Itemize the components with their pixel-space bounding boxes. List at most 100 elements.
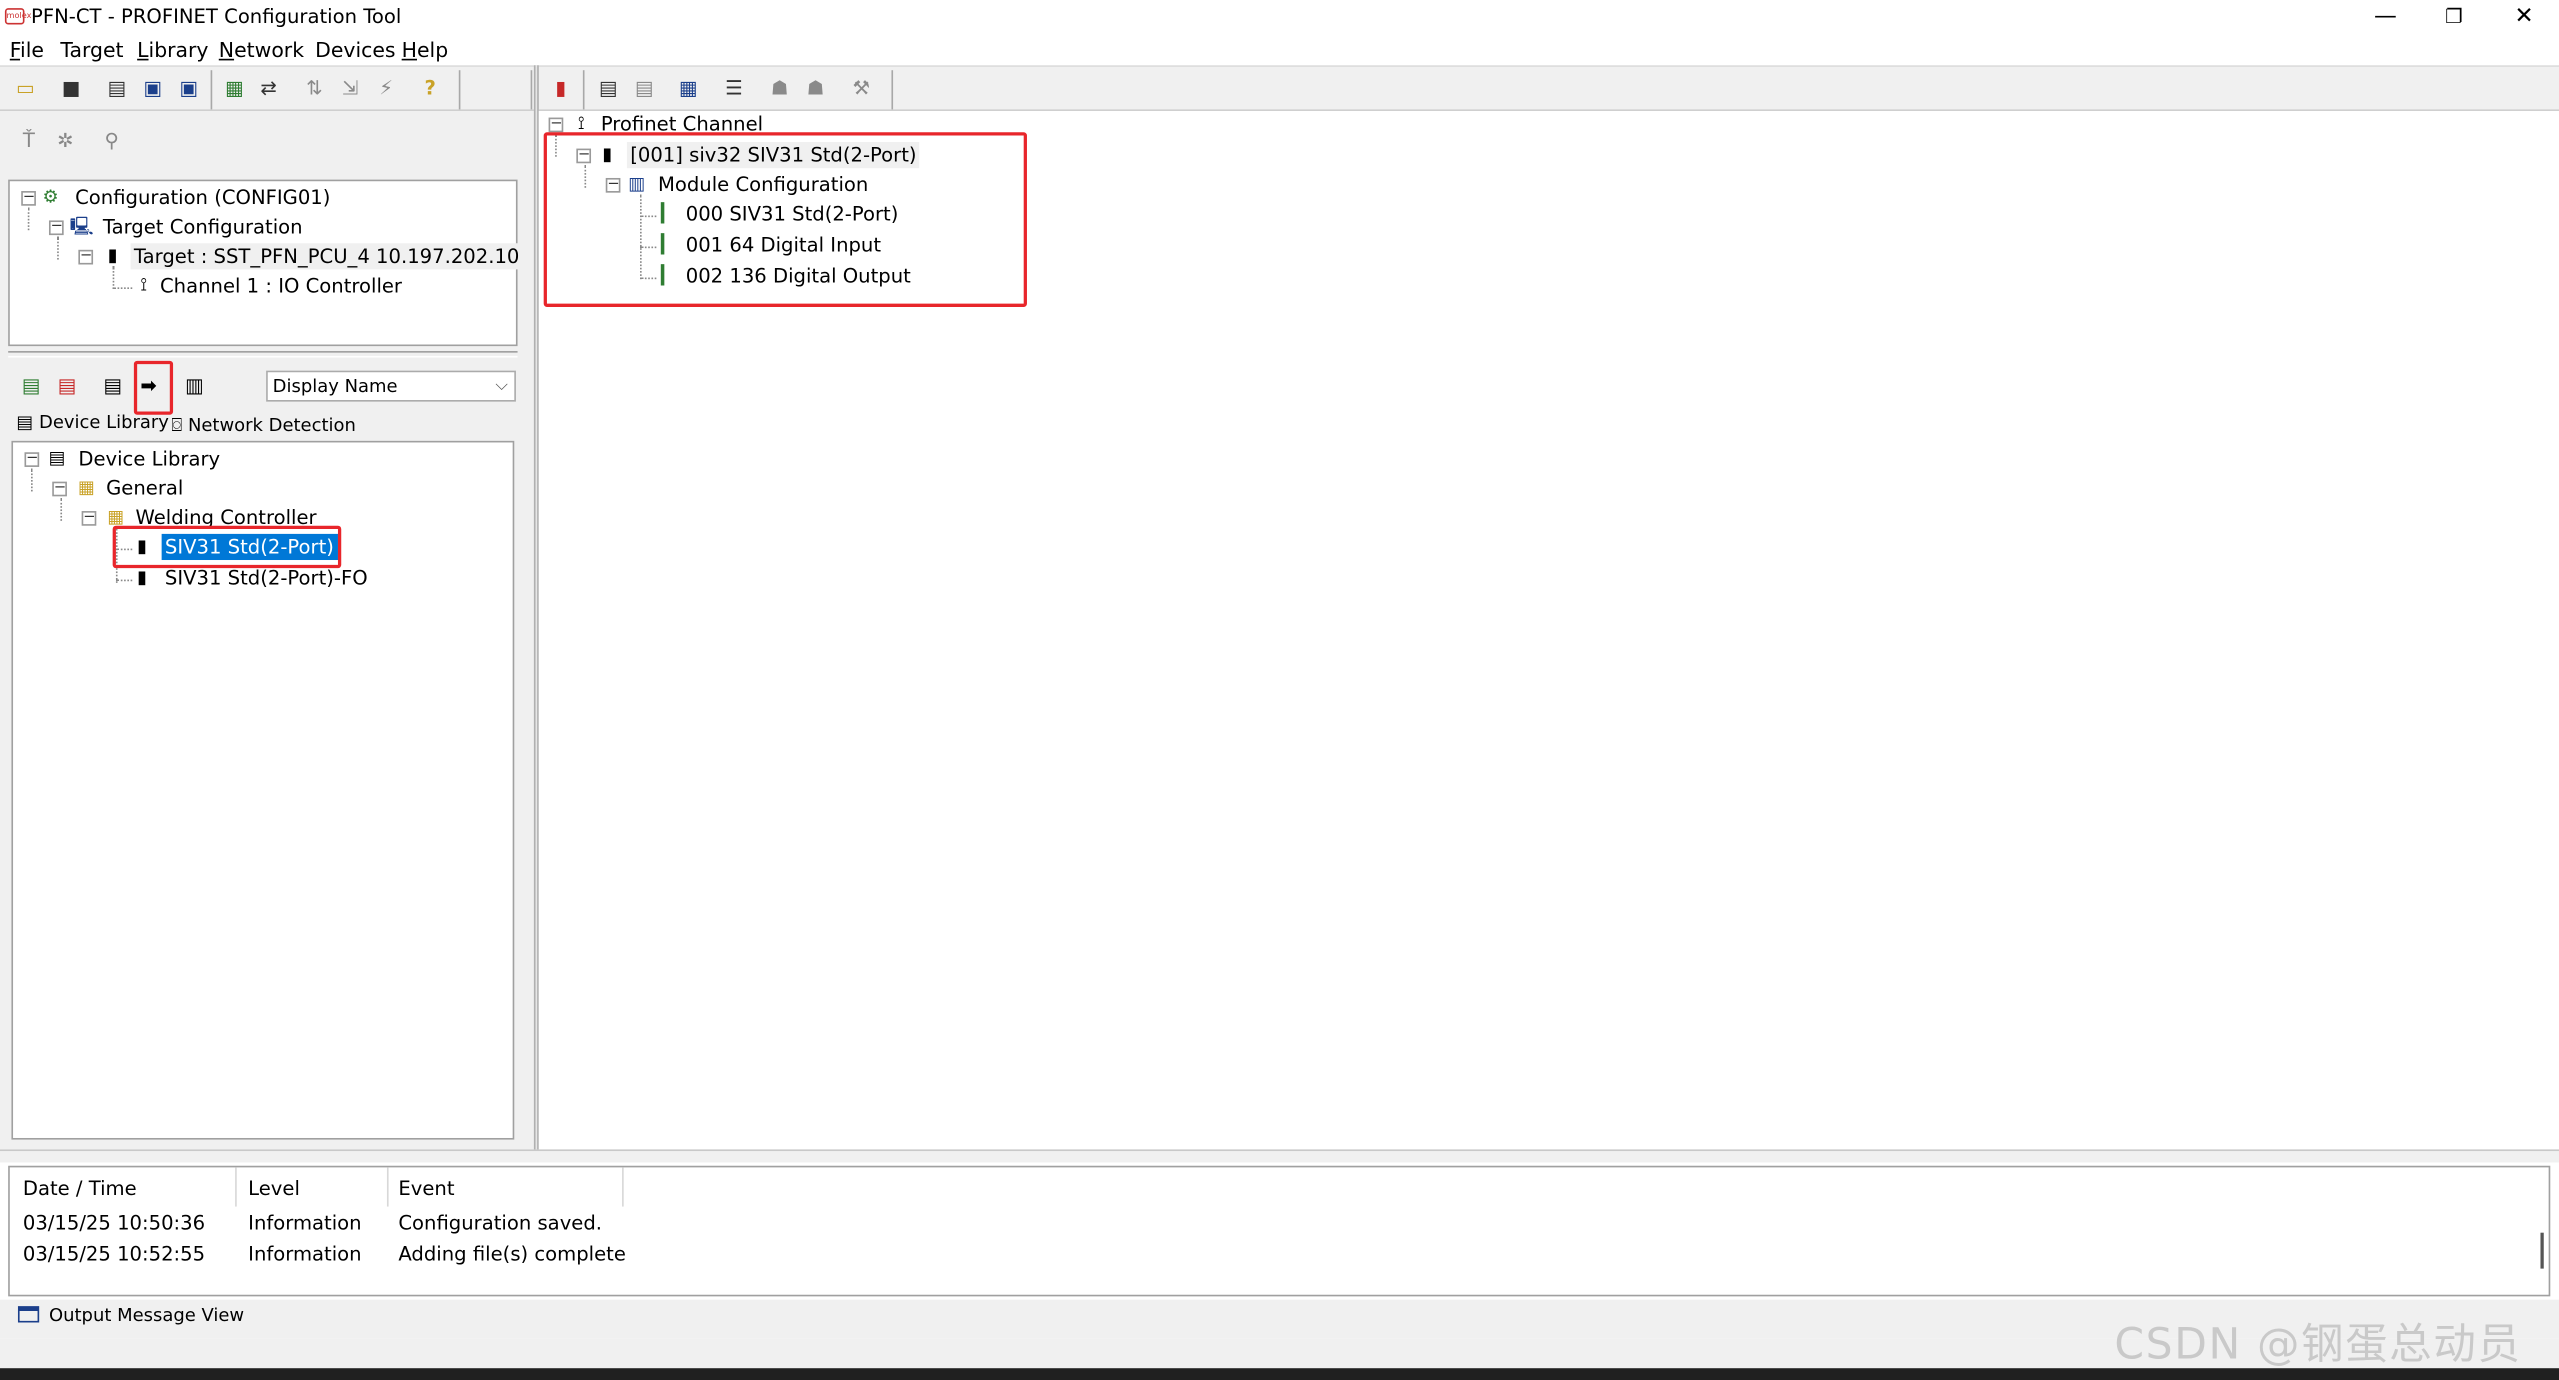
menu-file[interactable]: File [10, 38, 44, 62]
list-view-icon[interactable]: ☰ [722, 77, 746, 101]
module-view-icon[interactable]: ▦ [676, 77, 700, 101]
tree-item-target-configuration[interactable]: Target Configuration [103, 214, 303, 240]
menu-help[interactable]: Help [402, 38, 449, 62]
device-properties-icon[interactable]: ▤ [596, 77, 620, 101]
print-icon[interactable]: ▤ [104, 77, 128, 101]
window-title: PFN-CT - PROFINET Configuration Tool [31, 4, 402, 28]
upload-icon[interactable]: ⇅ [302, 77, 326, 101]
save-icon[interactable]: ■ [59, 77, 83, 101]
help-icon[interactable]: ? [418, 77, 442, 101]
configuration-icon: ⚙ [42, 186, 59, 208]
main-toolbar: ▭ ■ ▤ ▣ ▣ ▦ ⇄ ⇅ ⇲ ⚡ ? ▮ ▤ ▤ ▦ ☰ ☗ ☗ ⚒ [0, 65, 2559, 112]
watermark: CSDN @钢蛋总动员 [2114, 1320, 2522, 1370]
column-header-event[interactable]: Event [398, 1177, 454, 1200]
tab-output-message-view[interactable]: Output Message View [17, 1305, 244, 1326]
tree-line [27, 207, 30, 231]
tree-item-channel[interactable]: Channel 1 : IO Controller [160, 273, 402, 299]
chevron-down-icon: ⌵ [495, 377, 508, 396]
copy-device-icon[interactable]: ▤ [632, 77, 656, 101]
tree-item-device-library[interactable]: Device Library [78, 446, 220, 472]
binoculars-icon: ⌼ [171, 414, 188, 436]
column-separator[interactable] [235, 1167, 237, 1207]
toolbar-separator [582, 70, 585, 110]
tools-icon[interactable]: ⚒ [849, 77, 873, 101]
pane-splitter[interactable] [8, 351, 518, 358]
column-separator[interactable] [622, 1167, 624, 1207]
tab-network-detection[interactable]: ⌼ Network Detection [171, 415, 355, 438]
highlight-box [133, 360, 174, 415]
tree-item-configuration[interactable]: Configuration (CONFIG01) [75, 184, 330, 210]
collapse-icon[interactable]: − [81, 510, 97, 526]
output-date: 03/15/25 10:50:36 [22, 1211, 206, 1235]
computer-icon: 🖳 [69, 215, 94, 237]
window-layout-icon[interactable]: ▣ [140, 77, 164, 101]
output-level: Information [248, 1242, 362, 1266]
collapse-icon[interactable]: − [24, 451, 40, 467]
tree-line [112, 266, 115, 289]
tree-line [112, 287, 133, 289]
tree-item-general[interactable]: General [106, 475, 183, 501]
column-header-level[interactable]: Level [248, 1177, 300, 1200]
open-folder-icon[interactable]: ▭ [13, 77, 37, 101]
menu-library[interactable]: Library [137, 38, 208, 62]
library-properties-icon[interactable]: ▤ [100, 372, 126, 398]
folder-icon: ▦ [78, 476, 96, 498]
library-icon: ▤ [48, 447, 66, 469]
highlight-box [543, 132, 1027, 307]
menu-devices[interactable]: Devices [315, 38, 395, 62]
tree-line [60, 497, 63, 521]
device-up-icon[interactable]: ☗ [767, 77, 791, 101]
output-splitter[interactable] [0, 1149, 2559, 1163]
window-split-icon[interactable]: ▣ [176, 77, 200, 101]
output-event: Adding file(s) complete [398, 1242, 626, 1266]
delete-device-icon[interactable]: ▮ [549, 77, 573, 101]
title-bar: molex PFN-CT - PROFINET Configuration To… [0, 0, 2559, 35]
toolbar-separator [530, 70, 533, 110]
tree-line [57, 236, 59, 260]
output-message-list: Date / Time Level Event 03/15/25 10:50:3… [8, 1165, 2551, 1297]
display-name-value: Display Name [272, 375, 398, 397]
tree-tool-1-icon[interactable]: Ť [23, 129, 35, 152]
configuration-tree: − ⚙ Configuration (CONFIG01) − 🖳 Target … [8, 179, 523, 347]
toolbar-separator [891, 70, 894, 110]
menu-target[interactable]: Target [60, 38, 123, 62]
library-compare-icon[interactable]: ▥ [181, 372, 207, 398]
online-icon[interactable]: ⚡ [374, 77, 398, 101]
network-scan-icon[interactable]: ▦ [222, 77, 246, 101]
app-logo-icon: molex [4, 8, 31, 25]
tree-tool-2-icon[interactable]: ✲ [57, 129, 73, 152]
toolbar-separator [210, 70, 213, 110]
collapse-icon[interactable]: − [78, 249, 94, 265]
minimize-button[interactable]: — [2348, 0, 2423, 34]
plc-target-icon: ▮ [107, 244, 118, 267]
column-header-date[interactable]: Date / Time [23, 1177, 137, 1200]
tree-line [31, 468, 33, 492]
menu-bar: File Target Library Network Devices Help [0, 34, 2559, 66]
tab-device-library[interactable]: ▤ Device Library [16, 411, 169, 432]
collapse-icon[interactable]: − [21, 190, 36, 206]
display-name-select[interactable]: Display Name ⌵ [266, 370, 516, 402]
close-button[interactable]: ✕ [2487, 0, 2559, 34]
output-scrollbar[interactable] [2540, 1232, 2544, 1269]
output-event: Configuration saved. [398, 1211, 603, 1235]
add-library-icon[interactable]: ▤ [18, 372, 44, 398]
download-icon[interactable]: ⇲ [338, 77, 362, 101]
message-view-icon [17, 1306, 40, 1323]
remove-library-icon[interactable]: ▤ [54, 372, 80, 398]
device-down-icon[interactable]: ☗ [803, 77, 827, 101]
output-level: Information [248, 1211, 362, 1235]
network-connect-icon[interactable]: ⇄ [256, 77, 280, 101]
toolbar-separator [458, 70, 461, 110]
tree-item-target[interactable]: Target : SST_PFN_PCU_4 10.197.202.10 [130, 243, 523, 270]
maximize-button[interactable]: ❐ [2416, 0, 2491, 34]
library-tab-icon: ▤ [16, 411, 40, 433]
device-icon: ▮ [137, 566, 147, 588]
collapse-icon[interactable]: − [52, 481, 67, 497]
collapse-icon[interactable]: − [48, 220, 64, 236]
tree-item-device[interactable]: SIV31 Std(2-Port)-FO [165, 565, 368, 591]
column-separator[interactable] [386, 1167, 389, 1207]
collapse-icon[interactable]: − [548, 117, 564, 133]
tree-tool-3-icon[interactable]: ⚲ [104, 129, 118, 152]
highlight-box [112, 525, 342, 569]
menu-network[interactable]: Network [219, 38, 304, 62]
